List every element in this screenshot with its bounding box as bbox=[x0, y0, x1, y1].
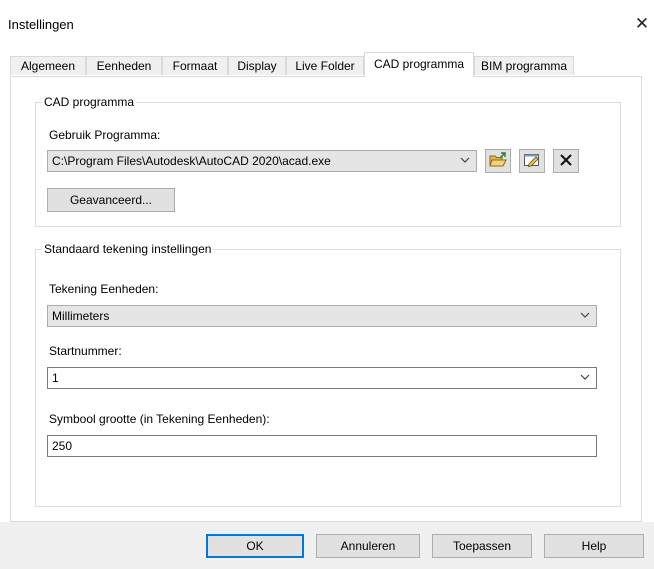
units-dropdown[interactable]: Millimeters bbox=[47, 305, 597, 327]
edit-icon bbox=[523, 152, 541, 171]
chevron-down-icon bbox=[460, 155, 470, 165]
delete-icon bbox=[558, 152, 574, 171]
open-folder-icon bbox=[489, 151, 507, 171]
apply-button-label: Toepassen bbox=[452, 539, 512, 553]
window-title: Instellingen bbox=[8, 17, 74, 32]
tab-label: BIM programma bbox=[480, 59, 568, 73]
help-button-label: Help bbox=[581, 539, 607, 553]
title-bar: Instellingen ✕ bbox=[0, 0, 654, 44]
start-number-dropdown[interactable]: 1 bbox=[47, 367, 597, 389]
cad-program-group: CAD programma Gebruik Programma: C:\Prog… bbox=[35, 95, 621, 227]
cancel-button[interactable]: Annuleren bbox=[316, 534, 420, 558]
tab-cad-programma[interactable]: CAD programma bbox=[364, 52, 474, 77]
start-number-value: 1 bbox=[52, 371, 59, 385]
close-icon: ✕ bbox=[634, 14, 650, 33]
tab-label: Formaat bbox=[172, 59, 218, 73]
tab-panel: CAD programma Gebruik Programma: C:\Prog… bbox=[10, 76, 642, 522]
close-button[interactable]: ✕ bbox=[632, 13, 652, 35]
tab-formaat[interactable]: Formaat bbox=[162, 56, 228, 75]
delete-button[interactable] bbox=[553, 149, 579, 173]
ok-button[interactable]: OK bbox=[206, 534, 304, 558]
tab-label: Eenheden bbox=[96, 59, 152, 73]
symbol-size-input[interactable]: 250 bbox=[47, 435, 597, 457]
tab-live-folder[interactable]: Live Folder bbox=[286, 56, 364, 75]
help-button[interactable]: Help bbox=[544, 534, 644, 558]
tab-label: Live Folder bbox=[295, 59, 355, 73]
units-label: Tekening Eenheden: bbox=[49, 282, 159, 296]
advanced-button-label: Geavanceerd... bbox=[69, 193, 153, 207]
advanced-button[interactable]: Geavanceerd... bbox=[47, 188, 175, 212]
tab-label: Display bbox=[237, 59, 277, 73]
apply-button[interactable]: Toepassen bbox=[432, 534, 532, 558]
symbol-size-label: Symbool grootte (in Tekening Eenheden): bbox=[49, 412, 270, 426]
tab-display[interactable]: Display bbox=[228, 56, 286, 75]
chevron-down-icon bbox=[580, 372, 590, 382]
program-path-value: C:\Program Files\Autodesk\AutoCAD 2020\a… bbox=[52, 154, 331, 168]
program-label: Gebruik Programma: bbox=[49, 128, 161, 142]
tab-label: Algemeen bbox=[20, 59, 76, 73]
drawing-group-legend: Standaard tekening instellingen bbox=[42, 242, 214, 256]
tab-eenheden[interactable]: Eenheden bbox=[86, 56, 162, 75]
edit-button[interactable] bbox=[519, 149, 545, 173]
browse-button[interactable] bbox=[485, 149, 511, 173]
drawing-settings-group: Standaard tekening instellingen Tekening… bbox=[35, 242, 621, 507]
tab-bim-programma[interactable]: BIM programma bbox=[474, 56, 574, 75]
symbol-size-value: 250 bbox=[52, 439, 73, 453]
start-number-label: Startnummer: bbox=[49, 344, 122, 358]
units-value: Millimeters bbox=[52, 309, 110, 323]
tab-strip: Algemeen Eenheden Formaat Display Live F… bbox=[10, 52, 650, 77]
tab-label: CAD programma bbox=[373, 57, 465, 71]
program-path-dropdown[interactable]: C:\Program Files\Autodesk\AutoCAD 2020\a… bbox=[47, 150, 477, 172]
chevron-down-icon bbox=[580, 310, 590, 320]
dialog-footer: OK Annuleren Toepassen Help bbox=[0, 522, 654, 569]
ok-button-label: OK bbox=[246, 539, 264, 553]
cancel-button-label: Annuleren bbox=[340, 539, 396, 553]
cad-group-legend: CAD programma bbox=[42, 95, 137, 109]
tab-algemeen[interactable]: Algemeen bbox=[10, 56, 86, 75]
